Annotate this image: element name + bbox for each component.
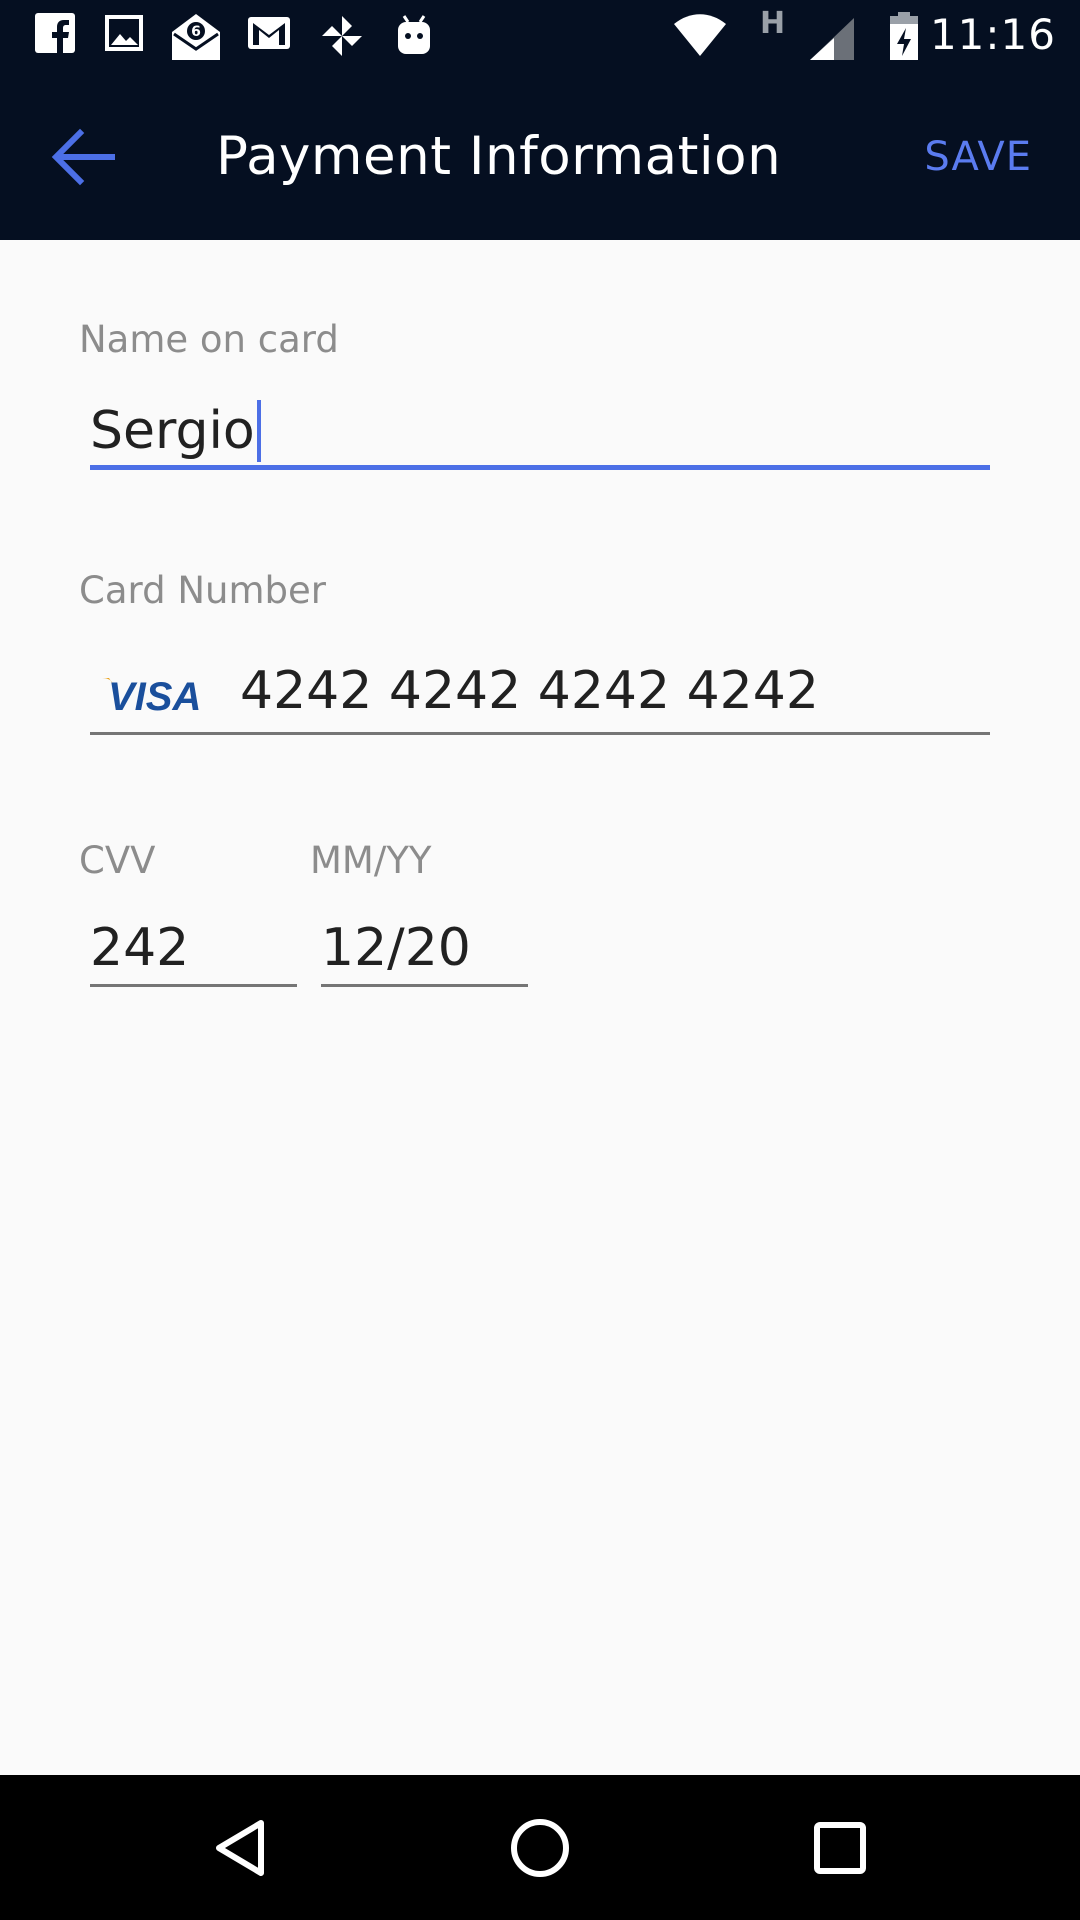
home-circle-icon — [508, 1816, 572, 1884]
name-on-card-field[interactable]: Sergio — [90, 392, 990, 470]
mail-open-icon: 6 — [168, 12, 224, 66]
nav-home-button[interactable] — [495, 1805, 585, 1895]
page-title: Payment Information — [216, 126, 782, 187]
expiry-label: MM/YY — [310, 839, 432, 882]
save-button[interactable]: SAVE — [924, 134, 1032, 180]
signal-icon — [810, 18, 856, 64]
wifi-icon — [672, 14, 728, 62]
battery-charging-icon — [888, 12, 920, 64]
visa-logo-icon: VISA — [100, 672, 201, 720]
svg-text:6: 6 — [191, 24, 201, 40]
name-on-card-value: Sergio — [90, 392, 261, 470]
back-button[interactable] — [38, 114, 128, 204]
card-number-label: Card Number — [79, 569, 326, 612]
back-triangle-icon — [211, 1818, 271, 1882]
card-number-field[interactable]: VISA 4242 4242 4242 4242 — [90, 652, 990, 735]
android-icon — [394, 12, 434, 62]
text-cursor — [256, 400, 261, 462]
cvv-label: CVV — [79, 839, 156, 882]
card-number-value: 4242 4242 4242 4242 — [240, 661, 819, 721]
cvv-value: 242 — [90, 918, 190, 978]
nav-recents-button[interactable] — [795, 1805, 885, 1895]
cvv-field[interactable]: 242 — [90, 909, 297, 987]
expiry-field[interactable]: 12/20 — [321, 909, 528, 987]
facebook-icon — [34, 12, 76, 58]
visa-wordmark: VISA — [108, 675, 200, 716]
app-bar: Payment Information SAVE — [0, 74, 1080, 240]
status-bar: 6 H 11:16 — [0, 0, 1080, 74]
status-time: 11:16 — [929, 10, 1056, 59]
recents-square-icon — [812, 1820, 868, 1880]
name-on-card-label: Name on card — [79, 318, 339, 361]
nav-back-button[interactable] — [196, 1805, 286, 1895]
arrow-back-icon — [48, 127, 118, 191]
image-icon — [104, 12, 144, 58]
network-type-label: H — [760, 6, 786, 41]
pinwheel-icon — [318, 12, 366, 64]
expiry-value: 12/20 — [321, 918, 471, 978]
navigation-bar — [0, 1775, 1080, 1920]
gmail-icon — [246, 12, 292, 58]
